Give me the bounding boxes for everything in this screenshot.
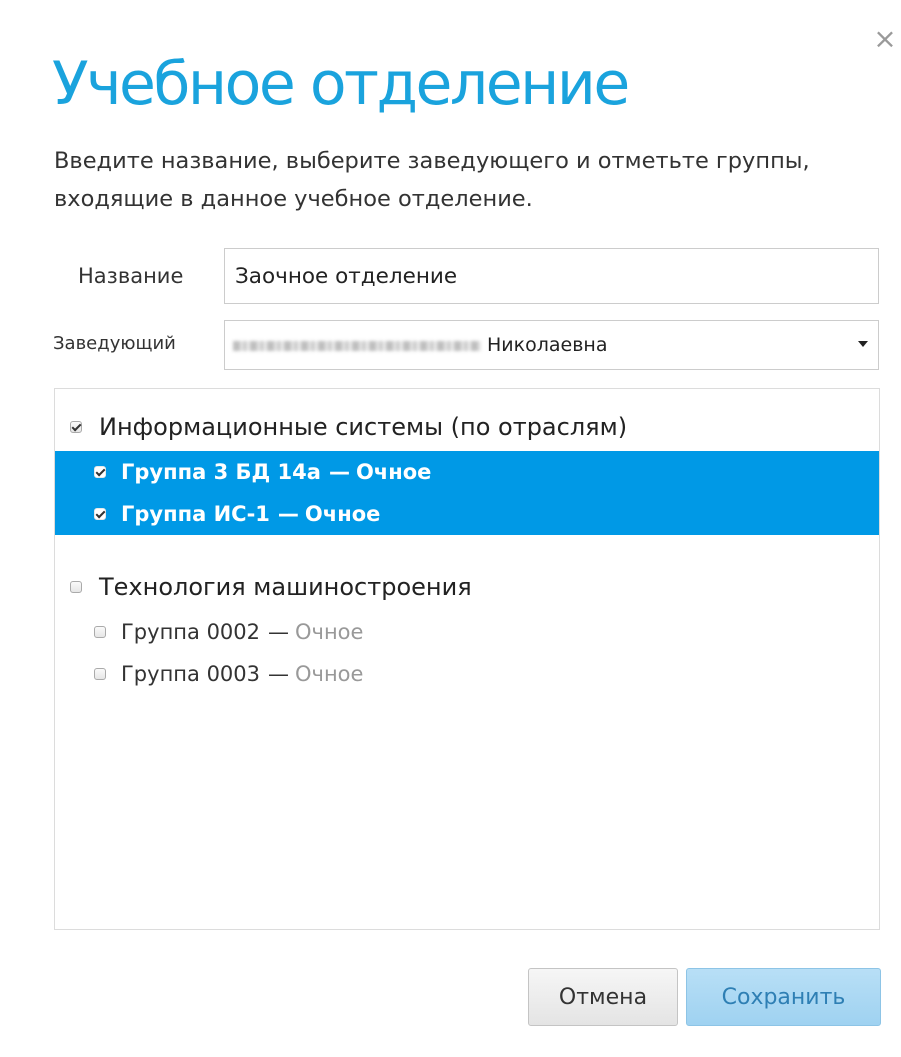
dialog-instructions: Введите название, выберите заведующего и… [54,148,810,212]
group-label: Группа 3 БД 14а — Очное [121,451,431,493]
redacted-name-blur [233,341,481,351]
caret-down-icon [858,341,868,347]
checkbox-icon[interactable] [70,581,82,593]
name-input[interactable] [224,248,879,304]
group-separator: — [268,620,290,644]
department-item[interactable]: Технология машиностроения [55,567,879,607]
head-select[interactable]: Николаевна [224,320,879,370]
group-type: Очное [295,620,364,644]
group-item[interactable]: Группа 3 БД 14а — Очное [55,451,879,493]
group-item[interactable]: Группа 0002 — Очное [55,611,879,653]
cancel-button[interactable]: Отмена [528,968,678,1026]
group-separator: — [328,460,350,484]
checkbox-icon[interactable] [94,508,106,520]
group-name: Группа 0002 [121,620,261,644]
groups-list: Информационные системы (по отраслям) Гру… [54,388,880,930]
checkbox-icon[interactable] [94,466,106,478]
group-separator: — [277,502,299,526]
group-name: Группа ИС-1 [121,502,270,526]
group-separator: — [268,662,290,686]
checkbox-icon[interactable] [94,626,106,638]
group-label: Группа 0003 — Очное [121,653,363,695]
department-dialog: × Учебное отделение Введите название, вы… [0,0,901,1057]
checkbox-icon[interactable] [70,421,82,433]
group-type: Очное [304,502,381,526]
group-name: Группа 0003 [121,662,261,686]
head-label: Заведующий [53,333,176,354]
group-label: Группа 0002 — Очное [121,611,363,653]
dialog-title: Учебное отделение [52,49,630,119]
head-select-value: Николаевна [487,334,608,356]
group-item[interactable]: Группа 0003 — Очное [55,653,879,695]
group-type: Очное [355,460,432,484]
group-item[interactable]: Группа ИС-1 — Очное [55,493,879,535]
group-name: Группа 3 БД 14а [121,460,321,484]
close-icon[interactable]: × [870,22,900,56]
department-label: Технология машиностроения [99,573,472,601]
save-button[interactable]: Сохранить [686,968,881,1026]
group-type: Очное [295,662,364,686]
department-label: Информационные системы (по отраслям) [99,413,628,441]
name-label: Название [78,264,184,288]
checkbox-icon[interactable] [94,668,106,680]
department-item[interactable]: Информационные системы (по отраслям) [55,407,879,447]
group-label: Группа ИС-1 — Очное [121,493,380,535]
